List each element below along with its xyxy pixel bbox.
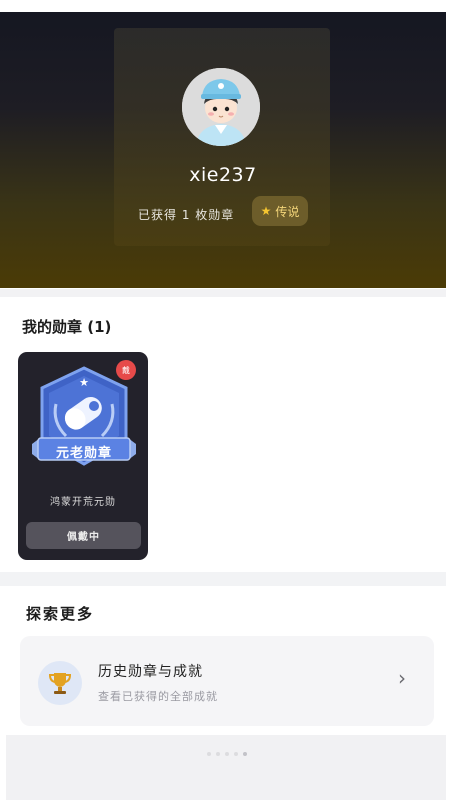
row-title: 历史勋章与成就 <box>98 664 203 680</box>
page-dot <box>216 752 220 756</box>
wearing-corner-badge: 戴 <box>116 360 136 380</box>
row-subtitle: 查看已获得的全部成就 <box>98 690 218 703</box>
avatar-illustration <box>182 68 260 146</box>
page-dot <box>225 752 229 756</box>
section-divider <box>0 289 446 297</box>
trophy-icon <box>48 673 72 694</box>
wearing-status-button[interactable]: 佩戴中 <box>26 522 141 549</box>
page-dot <box>207 752 211 756</box>
tier-pill[interactable]: ★ 传说 <box>252 196 308 226</box>
page-indicator <box>207 752 247 756</box>
page-dot <box>234 752 238 756</box>
history-achievements-row[interactable] <box>20 636 434 726</box>
my-badges-title: 我的勋章 (1) <box>22 318 112 336</box>
section-divider <box>0 572 446 586</box>
avatar[interactable] <box>182 68 260 146</box>
trophy-icon-wrapper <box>38 661 82 705</box>
bottom-area <box>6 735 446 800</box>
badge-name: 鸿蒙开荒元勋 <box>50 497 116 508</box>
svg-text:★: ★ <box>79 376 89 389</box>
page-dot-active <box>243 752 247 756</box>
tier-label: 传说 <box>275 204 300 219</box>
chevron-right-icon: › <box>398 666 406 690</box>
emblem-label: 元老勋章 <box>55 446 112 461</box>
star-icon: ★ <box>260 204 272 218</box>
username: xie237 <box>189 164 257 186</box>
explore-title: 探索更多 <box>26 605 95 623</box>
badge-count-text: 已获得 1 枚勋章 <box>138 208 235 222</box>
